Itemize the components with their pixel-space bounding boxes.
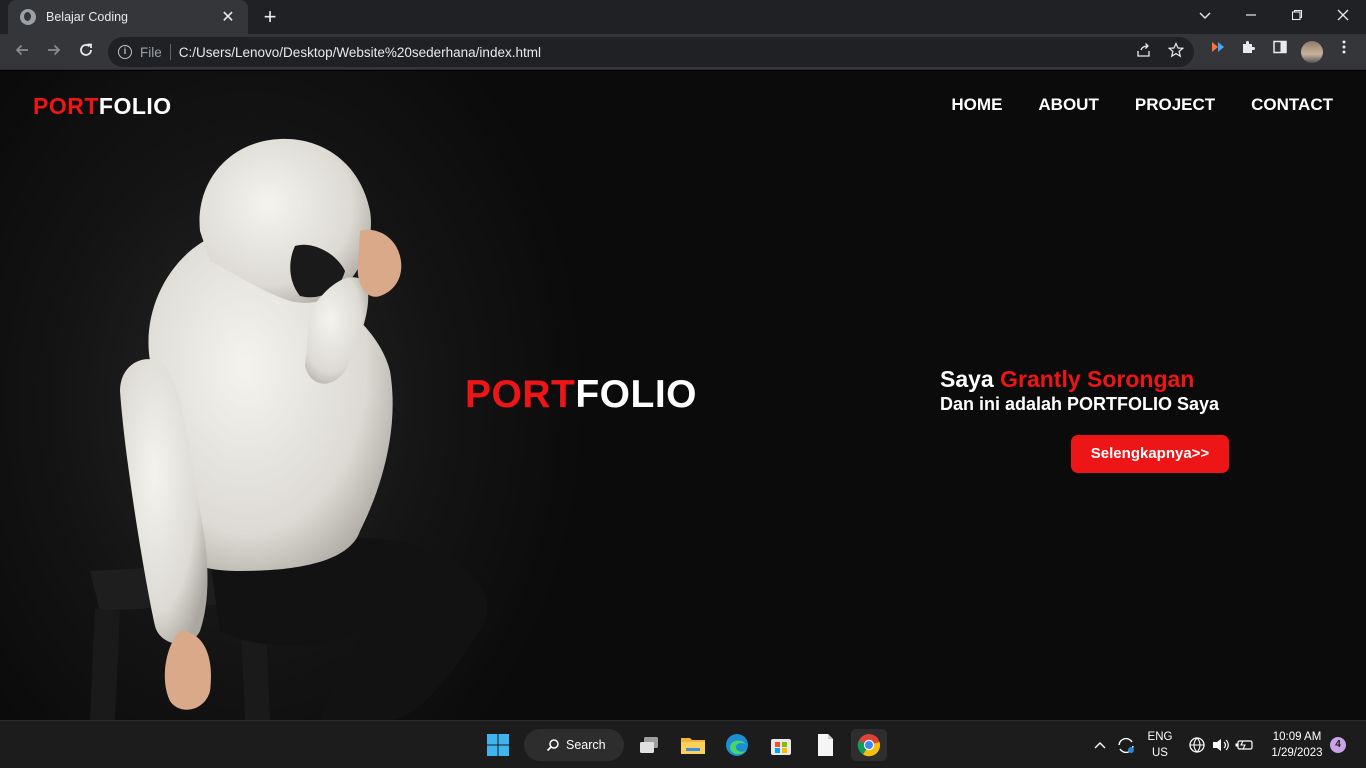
taskbar-search[interactable]: Search [524, 729, 624, 761]
task-view-icon[interactable] [634, 729, 666, 761]
clock[interactable]: 10:09 AM 1/29/2023 [1262, 729, 1332, 761]
more-info-button[interactable]: Selengkapnya>> [1071, 435, 1229, 473]
taskbar: Search ENG US 10:09 AM 1/29/2023 4 [0, 720, 1366, 768]
intro-text: Saya Grantly Sorongan Dan ini adalah POR… [940, 366, 1219, 415]
nav-contact-link[interactable]: CONTACT [1251, 95, 1333, 115]
tab-title: Belajar Coding [46, 10, 128, 24]
arrow-right-icon [48, 44, 61, 56]
back-button[interactable] [9, 39, 35, 65]
new-tab-button[interactable]: + [258, 4, 282, 30]
clock-time: 10:09 AM [1272, 731, 1322, 743]
language-indicator[interactable]: ENG US [1144, 729, 1176, 761]
arrow-left-icon [15, 44, 28, 56]
intro-name: Grantly Sorongan [1000, 366, 1195, 392]
nav-home-link[interactable]: HOME [951, 95, 1002, 115]
hero-title-white: FOLIO [575, 373, 697, 416]
chrome-taskbar-icon[interactable] [851, 729, 887, 761]
minimize-icon [1246, 14, 1256, 16]
tab-close-button[interactable]: ✕ [218, 7, 238, 27]
store-icon[interactable] [765, 729, 797, 761]
globe-icon [20, 9, 36, 25]
edge-icon[interactable] [721, 729, 753, 761]
scheme-label: File [140, 44, 162, 60]
side-panel-icon[interactable] [1268, 39, 1292, 63]
site-nav: HOME ABOUT PROJECT CONTACT [915, 95, 1333, 115]
hero-title-red: PORT [465, 373, 576, 416]
restore-icon [1291, 9, 1303, 21]
puzzle-icon[interactable] [1236, 39, 1260, 63]
network-icon[interactable] [1186, 729, 1208, 761]
close-icon [1337, 9, 1349, 21]
intro-subheading: Dan ini adalah PORTFOLIO Saya [940, 394, 1220, 414]
hero-title: PORTFOLIO [465, 373, 697, 417]
battery-icon[interactable] [1234, 729, 1256, 761]
browser-toolbar: i File C:/Users/Lenovo/Desktop/Website%2… [0, 34, 1366, 70]
start-button[interactable] [482, 729, 514, 761]
hooded-person-photo [90, 138, 488, 720]
close-window-button[interactable] [1320, 0, 1366, 34]
reload-button[interactable] [73, 39, 99, 65]
file-explorer-icon[interactable] [677, 729, 709, 761]
restore-button[interactable] [1274, 0, 1320, 34]
language-code: ENG [1147, 731, 1173, 743]
logo-part-white: FOLIO [98, 93, 172, 119]
intro-heading: Saya Grantly Sorongan [940, 366, 1219, 393]
notepad-icon[interactable] [809, 729, 841, 761]
search-label: Search [566, 738, 606, 752]
extension-icon[interactable] [1205, 39, 1229, 63]
region-code: US [1152, 747, 1168, 759]
intro-prefix: Saya [940, 366, 1001, 392]
chevron-down-icon [1199, 12, 1211, 19]
address-bar[interactable]: i File C:/Users/Lenovo/Desktop/Website%2… [108, 37, 1194, 67]
volume-icon[interactable] [1210, 729, 1232, 761]
divider [169, 44, 171, 60]
forward-button[interactable] [41, 39, 67, 65]
share-icon[interactable] [1132, 42, 1156, 66]
url-text[interactable]: C:/Users/Lenovo/Desktop/Website%20sederh… [179, 45, 541, 60]
chevron-up-icon[interactable] [1090, 729, 1110, 761]
browser-tab[interactable]: Belajar Coding ✕ [8, 0, 248, 34]
info-icon[interactable]: i [118, 45, 132, 59]
web-page: PORTFOLIO HOME ABOUT PROJECT CONTACT POR… [0, 71, 1366, 720]
nav-project-link[interactable]: PROJECT [1135, 95, 1215, 115]
tab-search-button[interactable] [1182, 0, 1228, 34]
browser-titlebar: Belajar Coding ✕ + [0, 0, 1366, 34]
search-icon [546, 739, 559, 752]
minimize-button[interactable] [1228, 0, 1274, 34]
windows-logo-icon [487, 734, 509, 756]
site-logo[interactable]: PORTFOLIO [33, 93, 172, 120]
logo-part-red: PORT [33, 93, 99, 119]
notification-badge[interactable]: 4 [1330, 737, 1346, 753]
clock-date: 1/29/2023 [1271, 747, 1323, 759]
reload-icon [80, 43, 92, 56]
sync-icon[interactable] [1114, 729, 1138, 761]
more-menu-icon[interactable] [1332, 39, 1356, 63]
star-icon[interactable] [1164, 42, 1188, 66]
profile-avatar[interactable] [1301, 41, 1323, 63]
nav-about-link[interactable]: ABOUT [1038, 95, 1098, 115]
